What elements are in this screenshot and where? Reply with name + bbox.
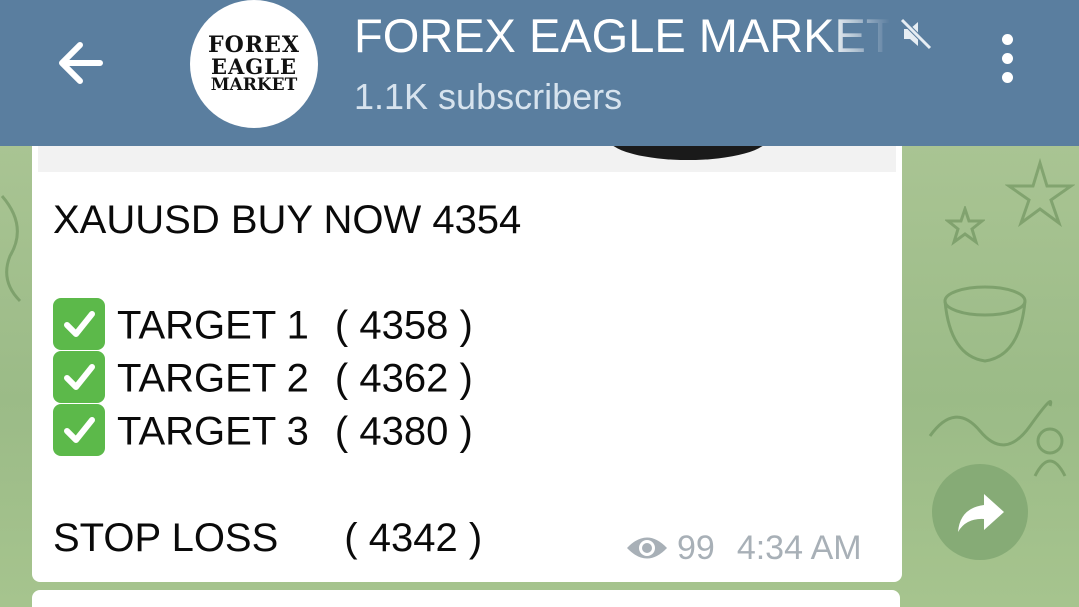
message-meta: 99 4:34 AM: [625, 528, 862, 568]
view-count: 99: [677, 528, 715, 567]
target-label: TARGET 3: [117, 409, 309, 454]
message-time: 4:34 AM: [736, 528, 862, 567]
target-value: ( 4380 ): [334, 409, 473, 454]
message-headline: XAUUSD BUY NOW 4354: [53, 198, 522, 242]
media-preview[interactable]: [38, 146, 896, 172]
stop-loss-value: ( 4342 ): [344, 516, 483, 560]
avatar-line-2: EAGLE: [210, 54, 297, 79]
channel-avatar[interactable]: FOREX EAGLE MARKET: [190, 0, 318, 128]
target-label: TARGET 1: [117, 303, 309, 348]
check-mark-icon: [53, 298, 105, 350]
starfish-doodle-icon: [1005, 158, 1075, 228]
stop-loss-label: STOP LOSS: [53, 516, 279, 560]
avatar-line-3: MARKET: [210, 75, 298, 95]
next-message-bubble[interactable]: [32, 590, 900, 607]
stop-loss-line: STOP LOSS ( 4342 ): [53, 516, 482, 561]
target-label: TARGET 2: [117, 356, 309, 401]
check-mark-icon: [53, 351, 105, 403]
target-line-1: TARGET 1 ( 4358 ): [53, 298, 473, 354]
target-value: ( 4362 ): [334, 356, 473, 401]
muted-speaker-icon: [898, 16, 934, 52]
leaf-doodle-icon: [0, 195, 22, 303]
check-mark-icon: [53, 404, 105, 456]
avatar-line-1: FOREX: [208, 32, 300, 58]
chat-header: FOREX EAGLE MARKET FOREX EAGLE MARKET 1.…: [0, 0, 1079, 146]
star-doodle-icon: [945, 206, 985, 246]
eye-icon: [627, 537, 667, 559]
bird-doodle-icon: [1033, 427, 1067, 477]
channel-title[interactable]: FOREX EAGLE MARKET: [354, 8, 890, 64]
target-line-3: TARGET 3 ( 4380 ): [53, 404, 473, 460]
bowl-doodle-icon: [943, 285, 1027, 363]
target-line-2: TARGET 2 ( 4362 ): [53, 351, 473, 407]
arrow-left-icon[interactable]: [48, 30, 114, 96]
target-value: ( 4358 ): [334, 303, 473, 348]
vertical-dots-icon[interactable]: [990, 34, 1024, 94]
forward-share-icon[interactable]: [932, 464, 1028, 560]
subscriber-count: 1.1K subscribers: [354, 76, 623, 117]
